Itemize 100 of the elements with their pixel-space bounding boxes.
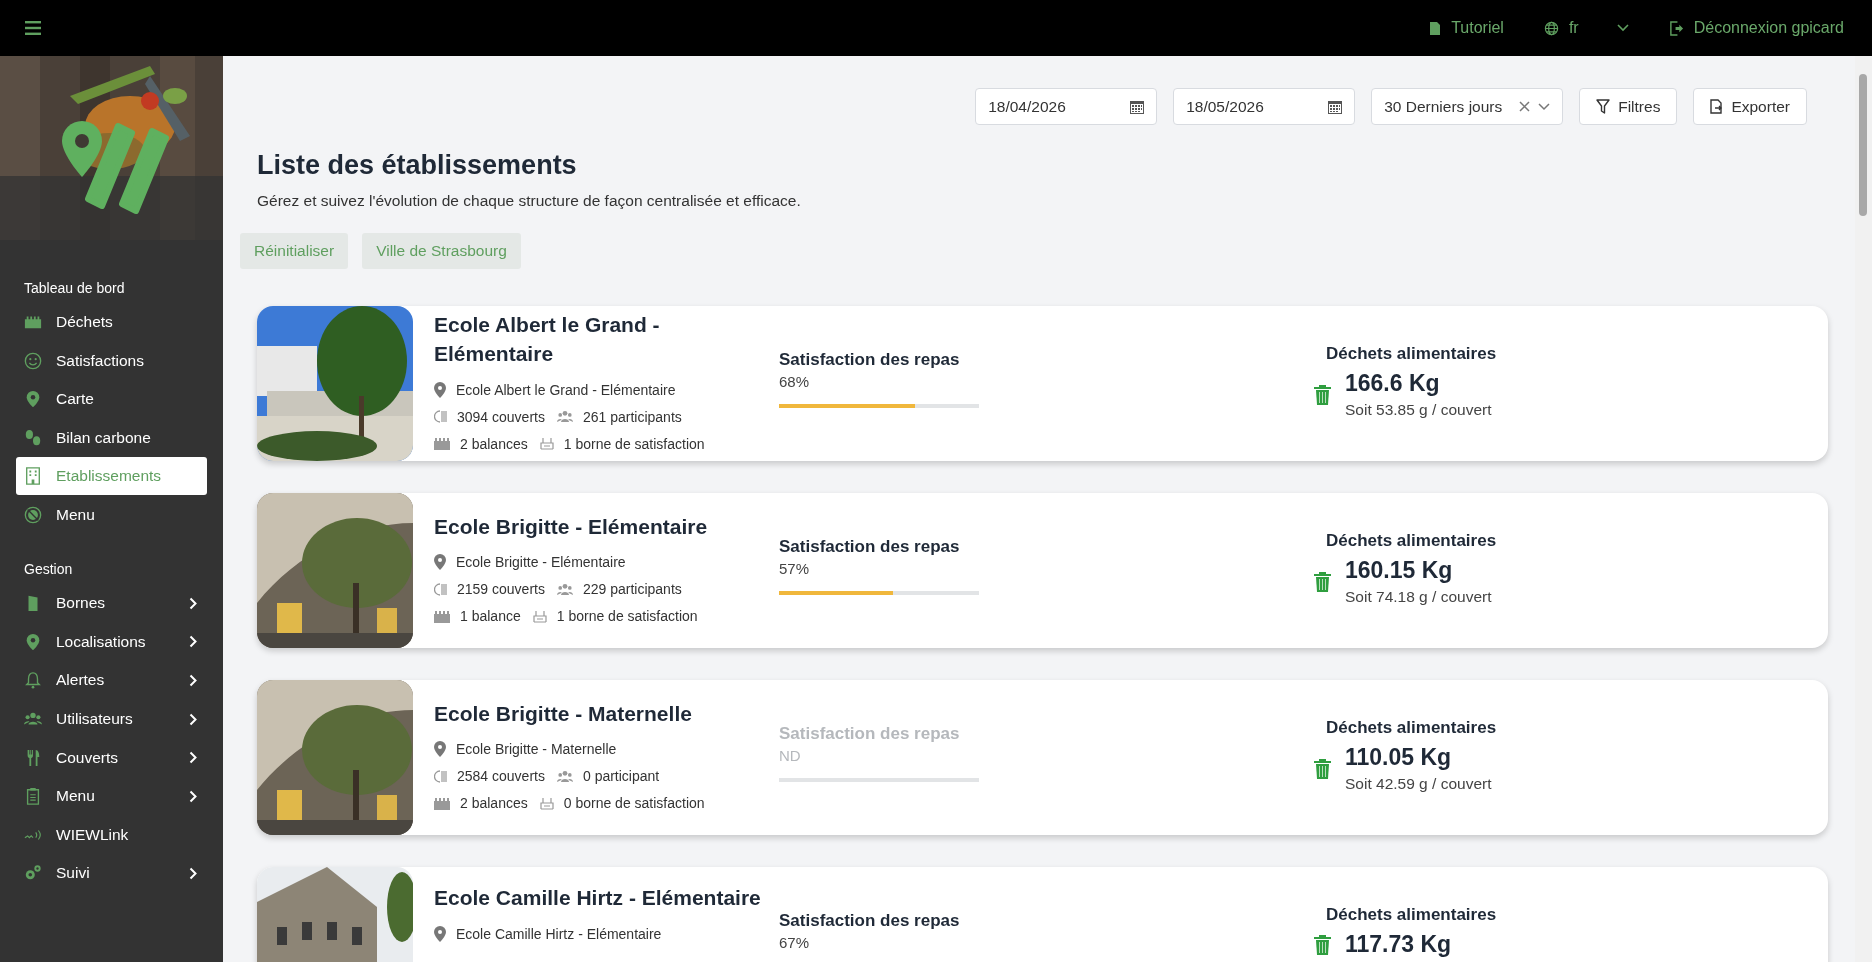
chevron-down-icon (1538, 102, 1551, 111)
nav-item[interactable]: Utilisateurs (16, 699, 207, 739)
page-title: Liste des établissements (257, 150, 578, 181)
scrollbar[interactable] (1855, 56, 1872, 962)
nav-item[interactable]: Suivi (16, 854, 207, 893)
establishment-card[interactable] (257, 493, 1828, 648)
waste-label: Déchets alimentaires (1326, 531, 1497, 551)
trash-icon (1314, 758, 1331, 779)
chevron-icon (189, 866, 197, 880)
scales-count: 2 balances (460, 435, 528, 452)
calendar-icon (1130, 99, 1145, 114)
bins-icon (434, 609, 450, 623)
scales-count: 2 balances (460, 795, 528, 811)
participants-count: 229 participants (582, 581, 682, 597)
waste-amount: 110.05 Kg (1345, 744, 1453, 771)
nav-item[interactable]: Alertes (16, 661, 207, 700)
map-pin-icon (434, 381, 446, 398)
nav-item[interactable]: Satisfactions (16, 341, 207, 381)
chevron-icon (189, 673, 197, 687)
map-pin-icon (24, 390, 42, 409)
participants-count: 0 participant (582, 768, 660, 784)
export-icon (1710, 99, 1724, 114)
cutlery-icon (434, 410, 447, 423)
section-title: Gestion (23, 559, 74, 579)
export-button[interactable]: Exporter (1693, 88, 1807, 125)
trash-icon (1314, 934, 1331, 955)
page-subtitle: Gérez et suivez l'évolution de chaque structure de façon centralisée et efficace. (257, 192, 802, 210)
smile-icon (24, 351, 42, 370)
menu-icon[interactable] (25, 21, 41, 35)
users-icon (556, 582, 573, 596)
users-icon (556, 769, 573, 783)
clipboard-icon (24, 787, 42, 806)
nav-item[interactable]: Localisations (16, 622, 207, 662)
establishment-card[interactable] (257, 306, 1828, 461)
nav-item[interactable]: Bornes (16, 583, 207, 623)
nav-item[interactable]: Carte (16, 380, 207, 419)
chevron-icon (189, 789, 197, 803)
satisfaction-label: Satisfaction des repas (779, 537, 961, 557)
building-icon (24, 467, 42, 486)
kiosks-count: 1 borne de satisfaction (563, 435, 705, 452)
covers-count: 3094 couverts (457, 408, 545, 425)
logout-link[interactable]: Déconnexion gpicard (1668, 19, 1844, 37)
establishment-name: Ecole Camille Hirtz - Elémentaire (434, 885, 762, 911)
map-pin-icon (24, 632, 42, 651)
address: Ecole Camille Hirtz - Elémentaire (456, 925, 662, 942)
globe-icon (1543, 20, 1559, 36)
waste-amount: 117.73 Kg (1345, 931, 1452, 958)
filter-button[interactable]: Filtres (1579, 88, 1678, 125)
satisfaction-value: 57% (779, 560, 811, 577)
establishment-card[interactable]: Ecole Brigitte - Maternelle Ecole Brigitte - Maternelle 2584 couverts 0 participant 2 balances 0 borne de satisfaction Satisfaction des repas ND Déchets alimentaires 110.05 Kg Soit 42.59 g / couvert (257, 680, 1828, 835)
filter-icon (1596, 99, 1611, 114)
plate-icon (24, 505, 42, 524)
waste-label: Déchets alimentaires (1326, 344, 1497, 364)
satisfaction-label: Satisfaction des repas (779, 724, 961, 744)
date-field[interactable]: 18/04/2026 (975, 88, 1158, 125)
bins-icon (434, 437, 450, 450)
satisfaction-value: 68% (779, 373, 811, 390)
waste-amount: 166.6 Kg (1345, 370, 1441, 397)
satisfaction-value: 67% (779, 934, 811, 951)
section-title: Tableau de bord (23, 279, 126, 298)
covers-count: 2584 couverts (457, 768, 545, 784)
language-selector[interactable]: fr (1543, 19, 1629, 37)
map-pin-icon (434, 741, 446, 757)
cutlery-icon (434, 582, 447, 596)
chevron-icon (189, 596, 197, 610)
footprints-icon (24, 429, 42, 448)
address: Ecole Albert le Grand - Elémentaire (456, 381, 676, 398)
calendar-icon (1328, 99, 1343, 114)
covers-count: 2159 couverts (457, 581, 545, 597)
chevron-icon (189, 751, 197, 765)
users-icon (556, 410, 573, 423)
establishment-name: Ecole Brigitte - Maternelle (434, 700, 693, 727)
establishment-card[interactable]: Ecole Camille Hirtz - Elémentaire Ecole Camille Hirtz - Elémentaire Satisfaction des repas 67% Déchets alimentaires 117.73 Kg (257, 867, 1828, 962)
nav-item[interactable]: Menu (16, 495, 207, 534)
waste-label: Déchets alimentaires (1326, 718, 1497, 738)
tutorial-link[interactable]: Tutoriel (1429, 19, 1504, 37)
period-select[interactable]: 30 Derniers jours (1371, 88, 1564, 125)
address: Ecole Brigitte - Elémentaire (456, 554, 626, 570)
trash-icon (1314, 384, 1331, 405)
trash-icon (1314, 571, 1331, 592)
map-pin-icon (434, 925, 446, 942)
chevron-down-icon (1616, 24, 1629, 32)
nav-item[interactable]: WIEWLink (16, 815, 207, 855)
satisfaction-label: Satisfaction des repas (779, 350, 961, 370)
chevron-icon (189, 635, 197, 649)
logo-icon (60, 121, 170, 216)
satisfaction-value: ND (779, 747, 802, 764)
bell-icon (24, 671, 42, 690)
nav-item[interactable]: Couverts (16, 738, 207, 777)
close-icon[interactable] (1519, 101, 1531, 112)
date-field[interactable]: 18/05/2026 (1173, 88, 1356, 125)
nav-item[interactable]: Déchets (16, 303, 207, 342)
waste-per-cover: Soit 74.18 g / couvert (1345, 588, 1492, 606)
scales-count: 1 balance (460, 608, 521, 624)
map-pin-icon (434, 554, 446, 570)
logout-icon (1668, 20, 1684, 36)
kiosks-count: 1 borne de satisfaction (556, 608, 698, 624)
nav-item[interactable]: Bilan carbone (16, 418, 207, 458)
nav-item[interactable]: Menu (16, 776, 207, 816)
waste-per-cover: Soit 53.85 g / couvert (1345, 401, 1492, 419)
